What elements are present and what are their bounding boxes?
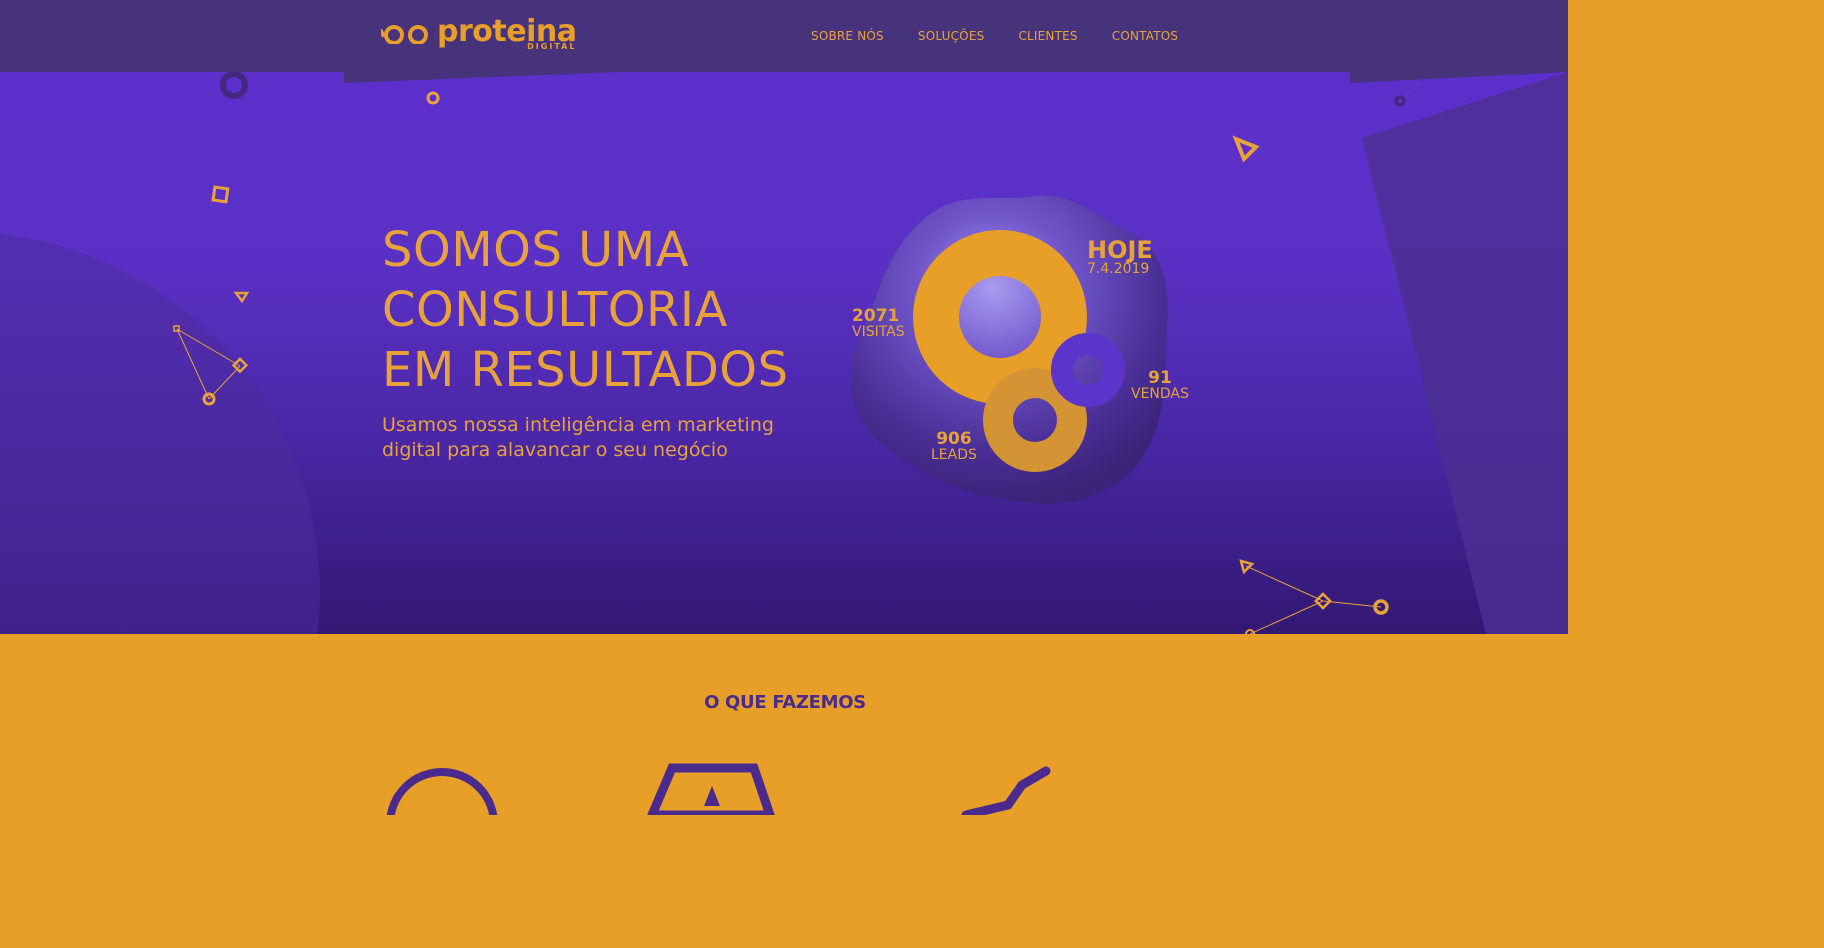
nav-link-sobre-nos[interactable]: SOBRE NÓS (811, 29, 884, 43)
service-icon-3 (961, 766, 1051, 815)
stat-today: HOJE 7.4.2019 (1087, 238, 1153, 276)
logo-subtitle: DIGITAL (527, 42, 577, 51)
service-icon-1 (386, 768, 498, 815)
stat-leads-label: LEADS (931, 447, 977, 463)
nav-link-contatos[interactable]: CONTATOS (1112, 29, 1178, 43)
nav-link-solucoes[interactable]: SOLUÇÕES (918, 29, 985, 43)
stat-today-date: 7.4.2019 (1087, 261, 1150, 277)
hero-subtitle-line-2: digital para alavancar o seu negócio (382, 439, 728, 461)
hero-section: SOMOS UMA CONSULTORIA EM RESULTADOS Usam… (0, 72, 1568, 634)
nav-link-clientes[interactable]: CLIENTES (1018, 29, 1077, 43)
logo-glasses-icon (381, 25, 428, 44)
hero-title-line-1: SOMOS UMA (382, 222, 690, 278)
main-nav: SOBRE NÓS SOLUÇÕES CLIENTES CONTATOS (811, 29, 1178, 43)
stat-leads: 906 LEADS (931, 429, 977, 463)
hero-subtitle: Usamos nossa inteligência em marketing d… (382, 413, 802, 463)
hero-title-line-3: EM RESULTADOS (382, 342, 789, 398)
logo[interactable]: proteina DIGITAL (381, 16, 577, 51)
stat-sales-label: VENDAS (1131, 386, 1189, 402)
stat-leads-value: 906 (936, 429, 972, 449)
site-header: proteina DIGITAL SOBRE NÓS SOLUÇÕES CLIE… (0, 0, 1568, 72)
stat-visits-label: VISITAS (852, 324, 905, 340)
service-icons-row (386, 763, 1051, 815)
stat-visits-value: 2071 (852, 306, 900, 326)
hero-subtitle-line-1: Usamos nossa inteligência em marketing (382, 414, 774, 436)
stat-sales: 91 VENDAS (1131, 368, 1189, 402)
hero-title: SOMOS UMA CONSULTORIA EM RESULTADOS (382, 220, 789, 400)
service-icon-2 (647, 763, 775, 815)
what-we-do-section: O QUE FAZEMOS (0, 634, 1568, 815)
stat-visits: 2071 VISITAS (852, 306, 905, 340)
hero-title-line-2: CONSULTORIA (382, 282, 728, 338)
stat-sales-value: 91 (1148, 368, 1172, 388)
stat-today-label: HOJE (1087, 236, 1153, 264)
